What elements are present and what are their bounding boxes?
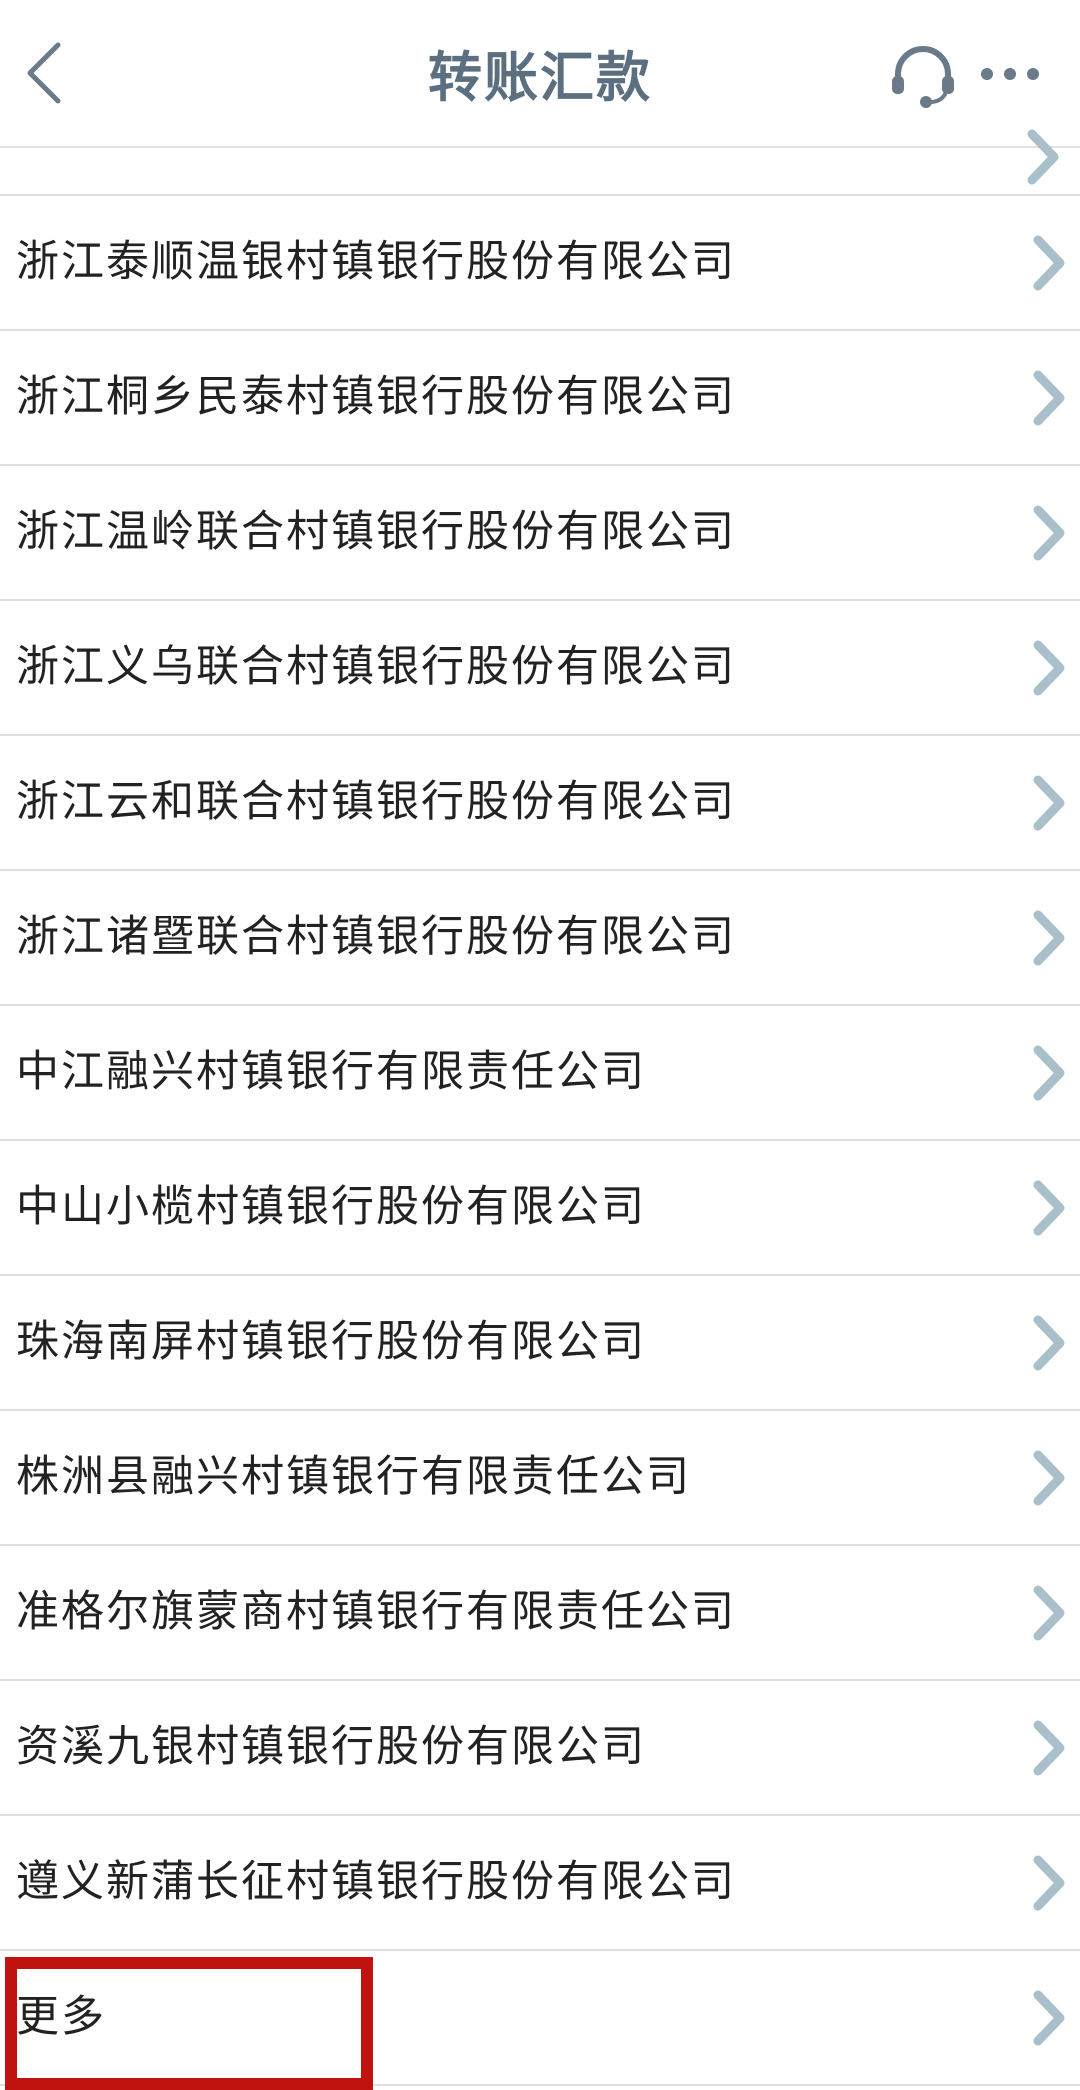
bank-name: 珠海南屏村镇银行股份有限公司 <box>16 1317 646 1367</box>
list-item[interactable]: 浙江诸暨联合村镇银行股份有限公司 <box>0 871 1080 1006</box>
list-item[interactable]: 中山小榄村镇银行股份有限公司 <box>0 1141 1080 1276</box>
bank-name: 浙江桐乡民泰村镇银行股份有限公司 <box>16 372 736 422</box>
list-item[interactable]: 浙江义乌联合村镇银行股份有限公司 <box>0 601 1080 736</box>
chevron-right-icon <box>1033 775 1065 831</box>
bank-list: 浙江泰顺温银村镇银行股份有限公司 浙江桐乡民泰村镇银行股份有限公司 浙江温岭联合… <box>0 129 1080 2086</box>
bank-name: 浙江诸暨联合村镇银行股份有限公司 <box>16 912 736 962</box>
chevron-right-icon <box>1033 370 1065 426</box>
bank-name: 中江融兴村镇银行有限责任公司 <box>16 1047 646 1097</box>
list-item[interactable]: 浙江云和联合村镇银行股份有限公司 <box>0 736 1080 871</box>
chevron-right-icon <box>1033 505 1065 561</box>
list-item[interactable]: 遵义新蒲长征村镇银行股份有限公司 <box>0 1816 1080 1951</box>
chevron-right-icon <box>1033 1315 1065 1371</box>
chevron-right-icon <box>1033 1450 1065 1506</box>
bank-name: 资溪九银村镇银行股份有限公司 <box>16 1722 646 1772</box>
headset-icon <box>892 46 954 108</box>
ellipsis-icon <box>981 68 1039 80</box>
chevron-right-icon <box>1033 1990 1065 2046</box>
bank-name: 遵义新蒲长征村镇银行股份有限公司 <box>16 1857 736 1907</box>
bank-name: 株洲县融兴村镇银行有限责任公司 <box>16 1452 691 1502</box>
chevron-right-icon <box>1033 1720 1065 1776</box>
list-item[interactable]: 浙江桐乡民泰村镇银行股份有限公司 <box>0 331 1080 466</box>
customer-service-button[interactable] <box>890 42 956 108</box>
bank-name: 浙江温岭联合村镇银行股份有限公司 <box>16 507 736 557</box>
bank-name: 中山小榄村镇银行股份有限公司 <box>16 1182 646 1232</box>
bank-name: 浙江泰顺温银村镇银行股份有限公司 <box>16 237 736 287</box>
chevron-right-icon <box>1033 640 1065 696</box>
chevron-right-icon <box>1033 235 1065 291</box>
list-item[interactable]: 浙江温岭联合村镇银行股份有限公司 <box>0 466 1080 601</box>
bank-name: 浙江义乌联合村镇银行股份有限公司 <box>16 642 736 692</box>
list-item-partial[interactable] <box>0 129 1080 196</box>
chevron-right-icon <box>1033 1180 1065 1236</box>
list-item[interactable]: 中江融兴村镇银行有限责任公司 <box>0 1006 1080 1141</box>
chevron-right-icon <box>1033 910 1065 966</box>
chevron-right-icon <box>1033 1045 1065 1101</box>
list-item[interactable]: 株洲县融兴村镇银行有限责任公司 <box>0 1411 1080 1546</box>
highlight-box <box>5 1957 373 2090</box>
chevron-right-icon <box>1027 129 1059 185</box>
list-item[interactable]: 准格尔旗蒙商村镇银行有限责任公司 <box>0 1546 1080 1681</box>
list-item[interactable]: 珠海南屏村镇银行股份有限公司 <box>0 1276 1080 1411</box>
bank-name: 准格尔旗蒙商村镇银行有限责任公司 <box>16 1587 736 1637</box>
list-item[interactable]: 浙江泰顺温银村镇银行股份有限公司 <box>0 196 1080 331</box>
bank-name: 浙江云和联合村镇银行股份有限公司 <box>16 777 736 827</box>
more-menu-button[interactable] <box>978 52 1042 96</box>
chevron-right-icon <box>1033 1855 1065 1911</box>
chevron-right-icon <box>1033 1585 1065 1641</box>
list-item[interactable]: 资溪九银村镇银行股份有限公司 <box>0 1681 1080 1816</box>
top-nav-bar: 转账汇款 <box>0 0 1080 148</box>
